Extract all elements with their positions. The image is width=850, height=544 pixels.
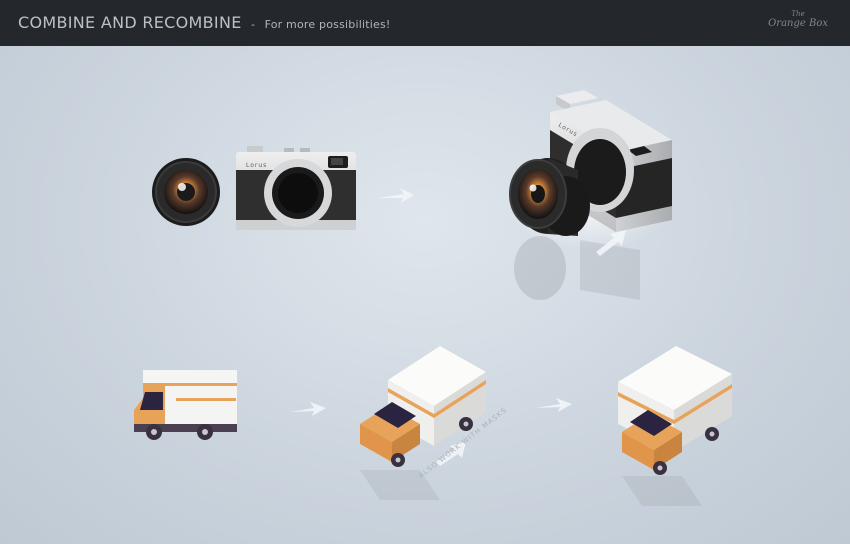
- iso-camera: Lorus: [509, 90, 672, 300]
- iso-truck-final: [618, 346, 732, 506]
- arrow-right-icon-3: [536, 398, 572, 412]
- flat-camera: Lorus: [236, 146, 356, 230]
- arrow-right-icon: [378, 188, 414, 203]
- arrow-right-icon-2: [290, 402, 326, 416]
- flat-truck: [134, 370, 237, 440]
- illustration-svg: Lorus Lorus: [134, 90, 732, 506]
- flat-lens: [152, 158, 220, 226]
- camera-brand-label: Lorus: [246, 162, 267, 169]
